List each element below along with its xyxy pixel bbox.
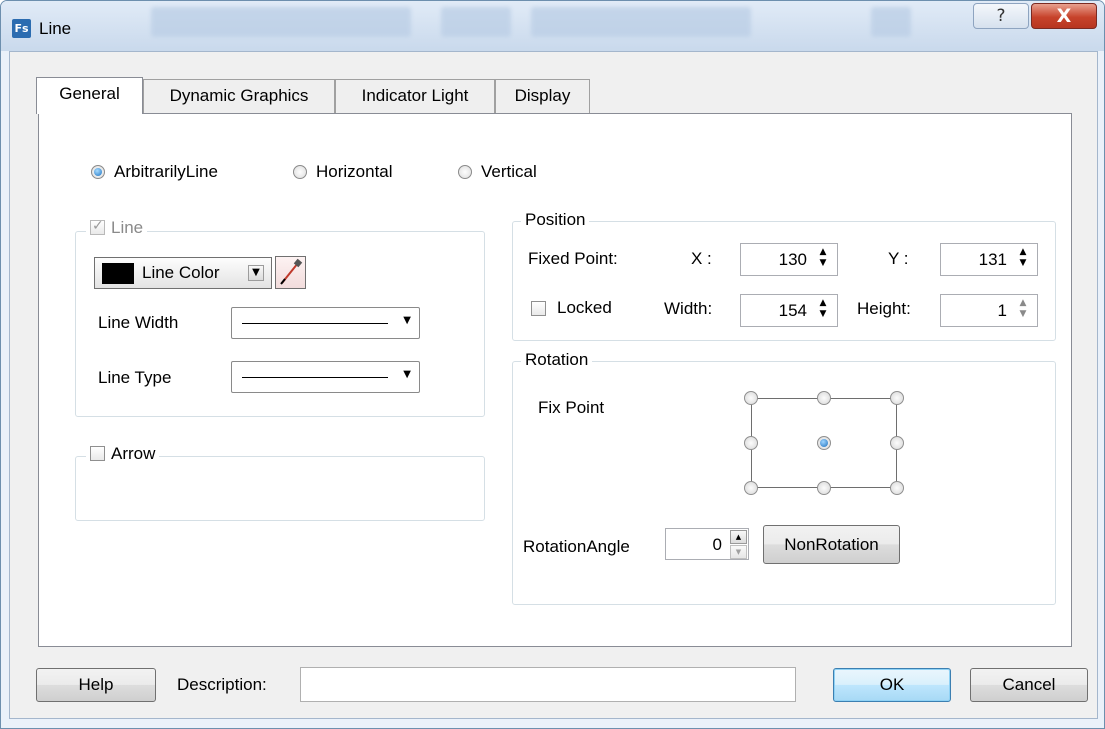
- background-window-blur: [441, 7, 511, 37]
- fixed-point-label: Fixed Point:: [528, 249, 618, 268]
- background-window-blur: [151, 7, 411, 37]
- x-spinbox[interactable]: 130 ▲ ▼: [740, 243, 838, 276]
- fix-point-bottom-center[interactable]: [817, 481, 831, 495]
- fix-point-top-right[interactable]: [890, 391, 904, 405]
- ok-button[interactable]: OK: [833, 668, 951, 702]
- line-group-header: Line: [86, 218, 148, 238]
- height-label: Height:: [857, 299, 911, 318]
- tab-label: Display: [514, 86, 571, 105]
- eyedropper-glyph: [280, 258, 303, 285]
- line-width-combo[interactable]: ▼: [231, 307, 420, 339]
- spin-arrows-icon[interactable]: ▲ ▼: [816, 298, 830, 320]
- spin-up-icon[interactable]: ▲: [730, 530, 747, 544]
- rotation-angle-label: RotationAngle: [523, 537, 630, 556]
- arrow-groupbox: [75, 456, 485, 521]
- arrow-checkbox-label: Arrow: [111, 444, 156, 463]
- locked-label: Locked: [557, 298, 612, 317]
- position-title: Position: [521, 210, 590, 230]
- line-width-preview: [242, 323, 388, 324]
- tab-label: General: [59, 84, 120, 103]
- y-spinbox[interactable]: 131 ▲ ▼: [940, 243, 1038, 276]
- nonrotation-button[interactable]: NonRotation: [763, 525, 900, 564]
- eyedropper-icon[interactable]: [275, 256, 306, 289]
- background-window-blur: [871, 7, 911, 37]
- help-button[interactable]: Help: [36, 668, 156, 702]
- window-title: Line: [39, 19, 72, 38]
- width-spinbox[interactable]: 154 ▲ ▼: [740, 294, 838, 327]
- description-input[interactable]: [300, 667, 796, 702]
- fix-point-middle-left[interactable]: [744, 436, 758, 450]
- help-icon[interactable]: ?: [973, 3, 1029, 29]
- line-color-button[interactable]: Line Color ▼: [94, 257, 272, 289]
- locked-checkbox[interactable]: [531, 301, 546, 316]
- radio-horizontal[interactable]: [293, 165, 307, 179]
- line-checkbox[interactable]: [90, 218, 105, 235]
- tab-display[interactable]: Display: [495, 79, 590, 113]
- fix-point-middle-right[interactable]: [890, 436, 904, 450]
- radio-label-arbitrarily-line: ArbitrarilyLine: [114, 162, 218, 181]
- height-spinbox[interactable]: 1 ▲ ▼: [940, 294, 1038, 327]
- spin-arrows-icon[interactable]: ▲ ▼: [1016, 298, 1030, 320]
- description-label: Description:: [177, 675, 267, 694]
- arrow-group-header: Arrow: [86, 444, 160, 464]
- chevron-down-icon: ▼: [403, 369, 411, 380]
- radio-vertical[interactable]: [458, 165, 472, 179]
- spin-arrows-icon[interactable]: ▲ ▼: [816, 247, 830, 269]
- fix-point-label: Fix Point: [538, 398, 605, 417]
- y-label: Y :: [888, 249, 909, 268]
- radio-label-vertical: Vertical: [481, 162, 537, 181]
- line-checkbox-label: Line: [111, 218, 144, 237]
- line-color-swatch: [102, 263, 134, 284]
- radio-arbitrarily-line[interactable]: [91, 165, 105, 179]
- cancel-button[interactable]: Cancel: [970, 668, 1088, 702]
- fix-point-bottom-left[interactable]: [744, 481, 758, 495]
- rotation-angle-spinbox[interactable]: 0 ▲ ▼: [665, 528, 749, 560]
- tab-dynamic-graphics[interactable]: Dynamic Graphics: [143, 79, 335, 113]
- fix-point-top-center[interactable]: [817, 391, 831, 405]
- close-icon[interactable]: X: [1031, 3, 1097, 29]
- width-value: 154: [778, 301, 807, 320]
- chevron-down-icon: ▼: [403, 315, 411, 326]
- x-label: X :: [691, 249, 712, 268]
- app-icon: Fs: [12, 19, 31, 38]
- fix-point-center[interactable]: [817, 436, 831, 450]
- y-value: 131: [978, 250, 1007, 269]
- chevron-down-icon: ▼: [248, 265, 264, 281]
- radio-label-horizontal: Horizontal: [316, 162, 393, 181]
- spin-arrows-icon[interactable]: ▲ ▼: [1016, 247, 1030, 269]
- height-value: 1: [997, 301, 1007, 320]
- line-type-preview: [242, 377, 388, 378]
- tab-general[interactable]: General: [36, 77, 143, 114]
- title-bar[interactable]: Fs Line ? X: [1, 1, 1104, 51]
- tab-label: Indicator Light: [361, 86, 469, 105]
- width-label: Width:: [664, 299, 713, 318]
- line-type-label: Line Type: [98, 368, 172, 387]
- fix-point-bottom-right[interactable]: [890, 481, 904, 495]
- line-color-label: Line Color: [142, 263, 220, 282]
- arrow-checkbox[interactable]: [90, 446, 105, 461]
- line-width-label: Line Width: [98, 313, 179, 332]
- spin-down-icon[interactable]: ▼: [730, 545, 747, 559]
- line-type-combo[interactable]: ▼: [231, 361, 420, 393]
- rotation-angle-value: 0: [712, 535, 722, 554]
- tab-label: Dynamic Graphics: [169, 86, 309, 105]
- tab-indicator-light[interactable]: Indicator Light: [335, 79, 495, 113]
- background-window-blur: [531, 7, 751, 37]
- fix-point-top-left[interactable]: [744, 391, 758, 405]
- x-value: 130: [778, 250, 807, 269]
- rotation-title: Rotation: [521, 350, 593, 370]
